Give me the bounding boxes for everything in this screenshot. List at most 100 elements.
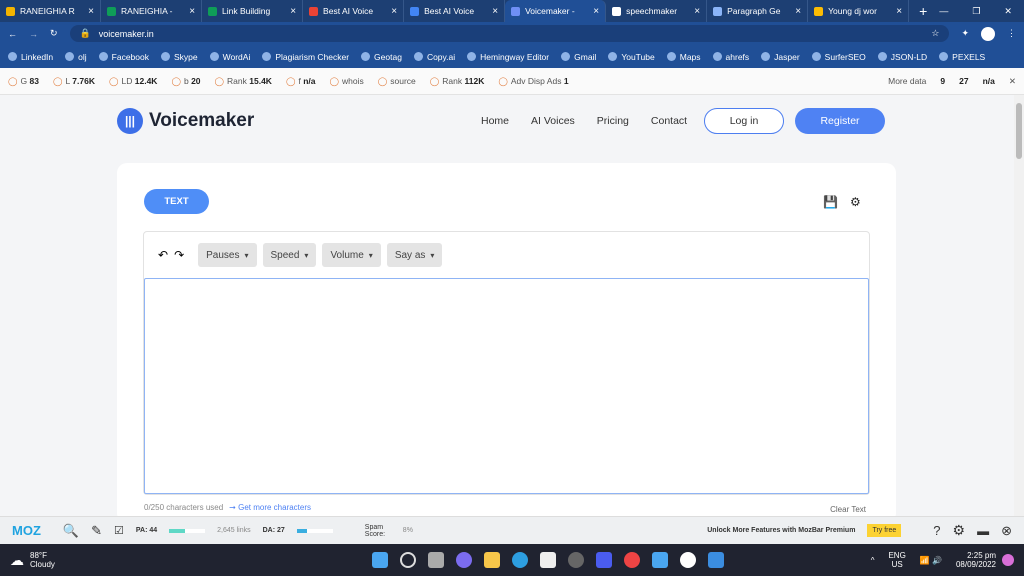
clear-text-button[interactable]: Clear Text: [830, 505, 866, 514]
settings-icon[interactable]: ⚙: [953, 522, 966, 539]
language-indicator[interactable]: ENG US: [888, 551, 905, 569]
pencil-icon[interactable]: ✎: [91, 523, 102, 539]
pauses-dropdown[interactable]: Pauses: [198, 243, 257, 267]
start-icon[interactable]: [371, 552, 388, 568]
register-button[interactable]: Register: [795, 108, 885, 134]
tab[interactable]: Paragraph Ge ×: [707, 0, 809, 22]
back-icon[interactable]: ←: [8, 29, 17, 39]
profile-avatar[interactable]: [981, 26, 995, 41]
extensions-icon[interactable]: ✦: [961, 28, 969, 39]
tab[interactable]: RANEIGHIA R ×: [0, 0, 102, 22]
app-icon[interactable]: [651, 552, 668, 568]
tab-close-icon[interactable]: ×: [189, 6, 195, 17]
chat-icon[interactable]: [455, 552, 472, 568]
bookmark[interactable]: Hemingway Editor: [467, 52, 549, 62]
edge-icon[interactable]: [511, 552, 528, 568]
redo-icon[interactable]: ↷: [174, 248, 184, 262]
bookmark[interactable]: WordAi: [209, 52, 250, 62]
bookmark[interactable]: LinkedIn: [8, 52, 53, 62]
bookmark[interactable]: olj: [65, 52, 87, 62]
scrollbar[interactable]: [1014, 95, 1024, 516]
tray-chevron-icon[interactable]: ^: [871, 556, 875, 565]
task-view-icon[interactable]: [427, 552, 444, 568]
tab[interactable]: RANEIGHIA - ×: [101, 0, 203, 22]
seo-metric[interactable]: ◯ Rank 15.4K: [215, 76, 272, 87]
seo-metric[interactable]: ◯ G 83: [8, 76, 39, 87]
maximize-window-icon[interactable]: ❐: [972, 6, 980, 17]
bookmark[interactable]: Maps: [666, 52, 701, 62]
close-icon[interactable]: ⊗: [1001, 523, 1012, 539]
menu-icon[interactable]: ⋮: [1007, 28, 1016, 39]
seo-metric[interactable]: ◯ source: [378, 76, 416, 87]
text-mode-button[interactable]: TEXT: [144, 189, 209, 214]
store-icon[interactable]: [539, 552, 556, 568]
reload-icon[interactable]: ↻: [50, 28, 58, 39]
bookmark[interactable]: YouTube: [608, 52, 655, 62]
bookmark[interactable]: Skype: [161, 52, 198, 62]
login-button[interactable]: Log in: [704, 108, 784, 134]
tab-close-icon[interactable]: ×: [290, 6, 296, 17]
nav-home[interactable]: Home: [481, 115, 509, 127]
tab[interactable]: Best AI Voice ×: [404, 0, 506, 22]
bookmark[interactable]: Plagiarism Checker: [262, 52, 349, 62]
bookmark[interactable]: SurferSEO: [811, 52, 866, 62]
tab-close-icon[interactable]: ×: [391, 6, 397, 17]
nav-pricing[interactable]: Pricing: [597, 115, 629, 127]
seo-metric[interactable]: ◯ b 20: [171, 76, 200, 87]
new-tab-icon[interactable]: +: [919, 3, 927, 19]
forward-icon[interactable]: →: [29, 29, 38, 39]
app-icon[interactable]: [567, 552, 584, 568]
notification-badge[interactable]: [1002, 554, 1014, 566]
photos-icon[interactable]: [707, 552, 724, 568]
bookmark[interactable]: Gmail: [561, 52, 596, 62]
seo-metric[interactable]: ◯ f n/a: [286, 76, 316, 87]
tab[interactable]: Best AI Voice ×: [303, 0, 405, 22]
undo-icon[interactable]: ↶: [158, 248, 168, 262]
volume-dropdown[interactable]: Volume: [322, 243, 381, 267]
gear-icon[interactable]: ⚙: [850, 195, 861, 209]
bookmark[interactable]: PEXELS: [939, 52, 985, 62]
clock[interactable]: 2:25 pm 08/09/2022: [956, 551, 996, 569]
tab[interactable]: Link Building ×: [202, 0, 304, 22]
save-icon[interactable]: 💾: [823, 195, 838, 209]
nav-contact[interactable]: Contact: [651, 115, 687, 127]
nav-ai-voices[interactable]: AI Voices: [531, 115, 575, 127]
search-icon[interactable]: [399, 552, 416, 568]
voicemaker-logo[interactable]: ||| Voicemaker: [117, 108, 254, 134]
tab-close-icon[interactable]: ×: [593, 6, 599, 17]
star-icon[interactable]: ☆: [931, 28, 939, 39]
app-icon[interactable]: [595, 552, 612, 568]
bookmark[interactable]: Jasper: [761, 52, 800, 62]
url-input[interactable]: 🔒 voicemaker.in ☆: [69, 25, 950, 42]
more-data-dropdown[interactable]: More data: [888, 76, 926, 86]
tab-close-icon[interactable]: ×: [492, 6, 498, 17]
speed-dropdown[interactable]: Speed: [262, 243, 317, 267]
tab[interactable]: speechmaker ×: [606, 0, 708, 22]
bookmark[interactable]: Geotag: [361, 52, 402, 62]
wifi-volume-icons[interactable]: 📶 🔊: [920, 556, 942, 565]
tab[interactable]: Voicemaker - ×: [505, 0, 607, 22]
tab-close-icon[interactable]: ×: [694, 6, 700, 17]
seo-metric[interactable]: ◯ Rank 112K: [430, 76, 485, 87]
bookmark[interactable]: ahrefs: [712, 52, 749, 62]
minimize-window-icon[interactable]: —: [939, 6, 948, 16]
minimize-icon[interactable]: ▬: [977, 524, 989, 538]
chrome-icon[interactable]: [623, 552, 640, 568]
seo-close-icon[interactable]: ✕: [1009, 76, 1016, 87]
tab-close-icon[interactable]: ×: [88, 6, 94, 17]
close-window-icon[interactable]: ✕: [1004, 6, 1012, 17]
page-analysis-icon[interactable]: 🔍: [63, 523, 79, 539]
bookmark[interactable]: Facebook: [98, 52, 149, 62]
tab-close-icon[interactable]: ×: [896, 6, 902, 17]
text-input[interactable]: [144, 278, 869, 494]
bookmark[interactable]: Copy.ai: [413, 52, 455, 62]
weather-widget[interactable]: 88°F Cloudy: [30, 551, 55, 569]
slack-icon[interactable]: [679, 552, 696, 568]
say-as-dropdown[interactable]: Say as: [386, 243, 443, 267]
tab[interactable]: Young dj wor ×: [808, 0, 910, 22]
seo-metric[interactable]: ◯ Adv Disp Ads 1: [498, 76, 568, 87]
seo-metric[interactable]: ◯ whois: [330, 76, 364, 87]
get-more-characters-link[interactable]: ➞ Get more characters: [229, 503, 311, 512]
keyword-icon[interactable]: ☑: [114, 524, 124, 537]
seo-metric[interactable]: ◯ L 7.76K: [53, 76, 95, 87]
